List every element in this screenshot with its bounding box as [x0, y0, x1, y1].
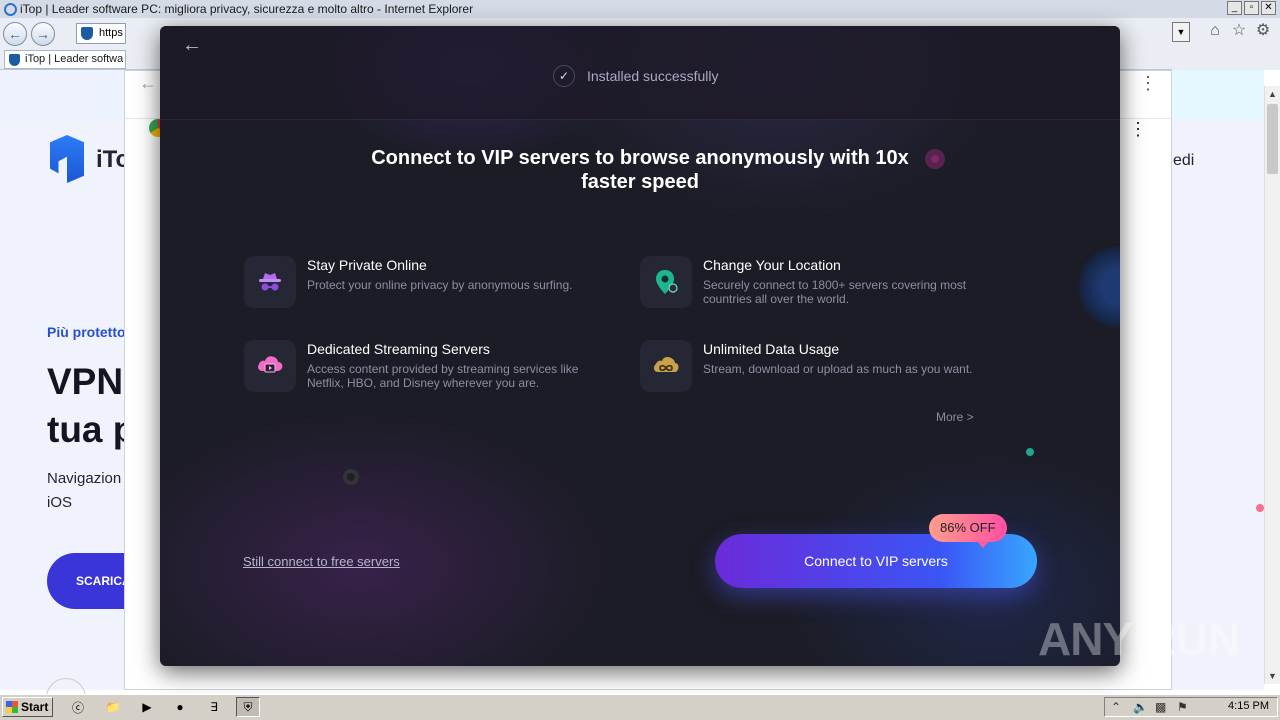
ie-title-bar: iTop | Leader software PC: migliora priv… — [0, 0, 1280, 18]
mock-menu-icon: ⋮ — [1139, 73, 1157, 93]
feature-desc: Securely connect to 1800+ servers coveri… — [703, 278, 967, 306]
dialog-headline: Connect to VIP servers to browse anonymo… — [371, 147, 909, 193]
dialog-back-icon[interactable]: ← — [182, 34, 202, 57]
feature-item: Change Your Location Securely connect to… — [640, 256, 1000, 316]
forward-icon[interactable]: → — [31, 22, 55, 46]
more-link[interactable]: More > — [936, 410, 974, 424]
infinity-cloud-icon — [640, 340, 692, 392]
system-tray: ⌃ 🔈 ▩ ⚑ 4:15 PM — [1104, 697, 1278, 717]
feature-item: Stay Private Online Protect your online … — [244, 256, 604, 316]
bg-glow — [160, 406, 620, 666]
close-button[interactable]: ✕ — [1261, 1, 1276, 15]
chrome-taskbar-icon[interactable]: ● — [168, 697, 192, 717]
site-kicker: Più protetto — [47, 324, 126, 340]
itop-vpn-taskbar-icon[interactable]: ⛨ — [236, 697, 260, 717]
feature-item: Unlimited Data Usage Stream, download or… — [640, 340, 1000, 400]
scroll-up-icon[interactable]: ▲ — [1265, 86, 1280, 102]
decor-dot — [925, 149, 945, 169]
folder-taskbar-icon[interactable]: 📁 — [101, 697, 125, 717]
scroll-thumb[interactable] — [1267, 104, 1278, 174]
install-status-text: Installed successfully — [587, 68, 719, 84]
feature-title: Change Your Location — [703, 257, 841, 273]
minimize-button[interactable]: _ — [1227, 1, 1242, 15]
site-nav-fragment[interactable]: edi — [1173, 152, 1194, 170]
decor-dot — [1256, 504, 1264, 512]
feature-desc: Protect your online privacy by anonymous… — [307, 278, 573, 292]
decor-dot — [1026, 448, 1034, 456]
feature-title: Unlimited Data Usage — [703, 341, 840, 357]
restore-button[interactable]: ▫ — [1244, 1, 1259, 15]
page-scrollbar[interactable]: ▲ ▼ — [1264, 86, 1280, 684]
free-servers-link[interactable]: Still connect to free servers — [243, 554, 400, 569]
decor-ring — [1078, 246, 1120, 328]
address-text: https — [99, 27, 123, 39]
taskbar — [0, 694, 1280, 720]
feature-item: Dedicated Streaming Servers Access conte… — [244, 340, 604, 400]
check-icon: ✓ — [553, 65, 575, 87]
windows-flag-icon — [6, 701, 18, 713]
start-label: Start — [21, 700, 49, 714]
address-bar[interactable]: https — [76, 23, 126, 44]
mock-menu-dots-icon: ⋮ — [1129, 119, 1147, 139]
feature-title: Stay Private Online — [307, 257, 427, 273]
vpn-install-dialog: ← ✓ Installed successfully Connect to VI… — [160, 26, 1120, 666]
browser-tab[interactable]: iTop | Leader softwa — [4, 50, 126, 69]
network-icon[interactable]: ▩ — [1155, 700, 1166, 714]
edge-taskbar-icon[interactable]: ∃ — [202, 697, 226, 717]
desktop: iTop | Leader software PC: migliora priv… — [0, 0, 1280, 720]
tab-label: iTop | Leader softwa — [25, 53, 124, 65]
window-controls: _ ▫ ✕ — [1227, 1, 1276, 15]
volume-icon[interactable]: 🔈 — [1133, 700, 1148, 714]
action-center-flag-icon[interactable]: ⚑ — [1177, 700, 1188, 714]
incognito-icon — [244, 256, 296, 308]
feature-title: Dedicated Streaming Servers — [307, 341, 490, 357]
address-dropdown[interactable]: ▼ — [1172, 22, 1190, 42]
mock-back-icon: ← — [139, 73, 157, 93]
install-status: ✓ Installed successfully — [553, 65, 719, 87]
scroll-down-icon[interactable]: ▼ — [1265, 668, 1280, 684]
start-button[interactable]: Start — [2, 697, 53, 717]
shield-icon — [81, 27, 93, 40]
clock[interactable]: 4:15 PM — [1228, 700, 1269, 712]
window-title: iTop | Leader software PC: migliora priv… — [20, 2, 474, 16]
tab-favicon-icon — [9, 54, 20, 66]
back-icon[interactable]: ← — [3, 22, 27, 46]
home-icon[interactable]: ⌂ — [1206, 22, 1224, 40]
media-player-taskbar-icon[interactable]: ▶ — [135, 697, 159, 717]
feature-desc: Stream, download or upload as much as yo… — [703, 362, 973, 376]
ie-logo-icon — [4, 2, 17, 16]
favorites-star-icon[interactable]: ☆ — [1230, 22, 1248, 40]
tray-expand-icon[interactable]: ⌃ — [1111, 700, 1121, 714]
settings-gear-icon[interactable]: ⚙ — [1254, 22, 1272, 40]
streaming-cloud-icon — [244, 340, 296, 392]
location-pin-icon — [640, 256, 692, 308]
decor-dot — [343, 469, 359, 485]
discount-badge: 86% OFF — [929, 514, 1007, 548]
ie-taskbar-icon[interactable]: ⓒ — [66, 697, 90, 717]
anyrun-watermark: ANY RUN — [1038, 613, 1241, 665]
feature-desc: Access content provided by streaming ser… — [307, 362, 579, 390]
